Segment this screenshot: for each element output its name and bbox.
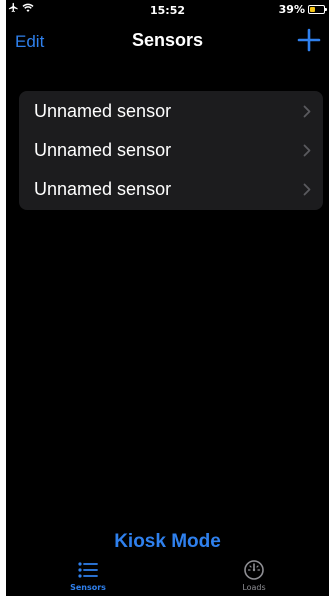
tab-bar: Sensors Loads [6,555,329,596]
sensor-name: Unnamed sensor [34,179,172,199]
sensor-row[interactable]: Unnamed sensor [19,92,323,131]
page-title: Sensors [131,30,204,50]
battery-percent: 39% [278,3,305,16]
chevron-right-icon [303,144,311,157]
status-bar: 15:52 39% [6,0,329,20]
sensor-row[interactable]: Unnamed sensor [19,170,323,209]
gauge-icon [244,560,264,580]
sensor-name: Unnamed sensor [34,140,172,160]
kiosk-mode-button[interactable]: Kiosk Mode [6,531,329,553]
chevron-right-icon [303,183,311,196]
status-right: 39% [278,3,327,16]
sensor-name: Unnamed sensor [34,101,172,121]
tab-label: Loads [242,583,266,592]
tab-loads[interactable]: Loads [214,559,294,592]
sensor-list: Unnamed sensor Unnamed sensor Unnamed se… [19,91,323,210]
battery-charging-icon [308,5,327,14]
sensor-row[interactable]: Unnamed sensor [19,131,323,170]
tab-sensors[interactable]: Sensors [48,559,128,592]
chevron-right-icon [303,105,311,118]
tab-label: Sensors [70,583,106,592]
battery-level [310,7,315,12]
navigation-bar: Edit Sensors [6,22,329,62]
app-screen: 15:52 39% Edit Sensors Unnamed sensor Un… [6,0,329,596]
plus-icon[interactable] [297,28,321,52]
list-icon [78,562,98,578]
